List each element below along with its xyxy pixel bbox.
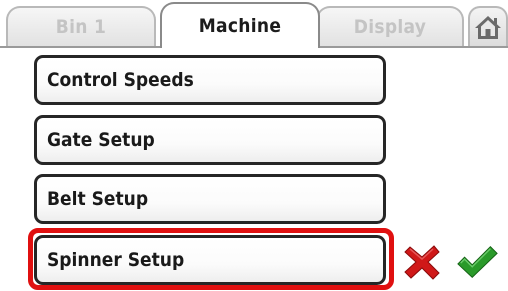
spinner-setup-label: Spinner Setup [47,249,185,271]
tab-display[interactable]: Display [316,6,464,46]
tab-display-label: Display [353,16,427,38]
gate-setup-button[interactable]: Gate Setup [34,115,386,165]
spinner-setup-button[interactable]: Spinner Setup [34,235,386,285]
belt-setup-label: Belt Setup [47,188,149,210]
tab-bar: Bin 1 Display Machine [0,0,508,48]
checkmark-icon [457,246,498,278]
tab-machine[interactable]: Machine [160,2,320,48]
home-icon [475,16,501,39]
tab-bin-1-label: Bin 1 [55,16,107,38]
tab-machine-label: Machine [198,15,282,37]
confirm-button[interactable] [455,238,499,286]
machine-settings-screen: Bin 1 Display Machine Control Speeds Gat… [0,0,508,291]
tab-bin-1[interactable]: Bin 1 [6,6,156,46]
tab-home[interactable] [468,6,508,46]
gate-setup-label: Gate Setup [47,129,155,151]
cancel-button[interactable] [400,238,444,286]
belt-setup-button[interactable]: Belt Setup [34,174,386,224]
cancel-x-icon [404,245,440,280]
control-speeds-button[interactable]: Control Speeds [34,55,386,105]
control-speeds-label: Control Speeds [47,69,194,91]
